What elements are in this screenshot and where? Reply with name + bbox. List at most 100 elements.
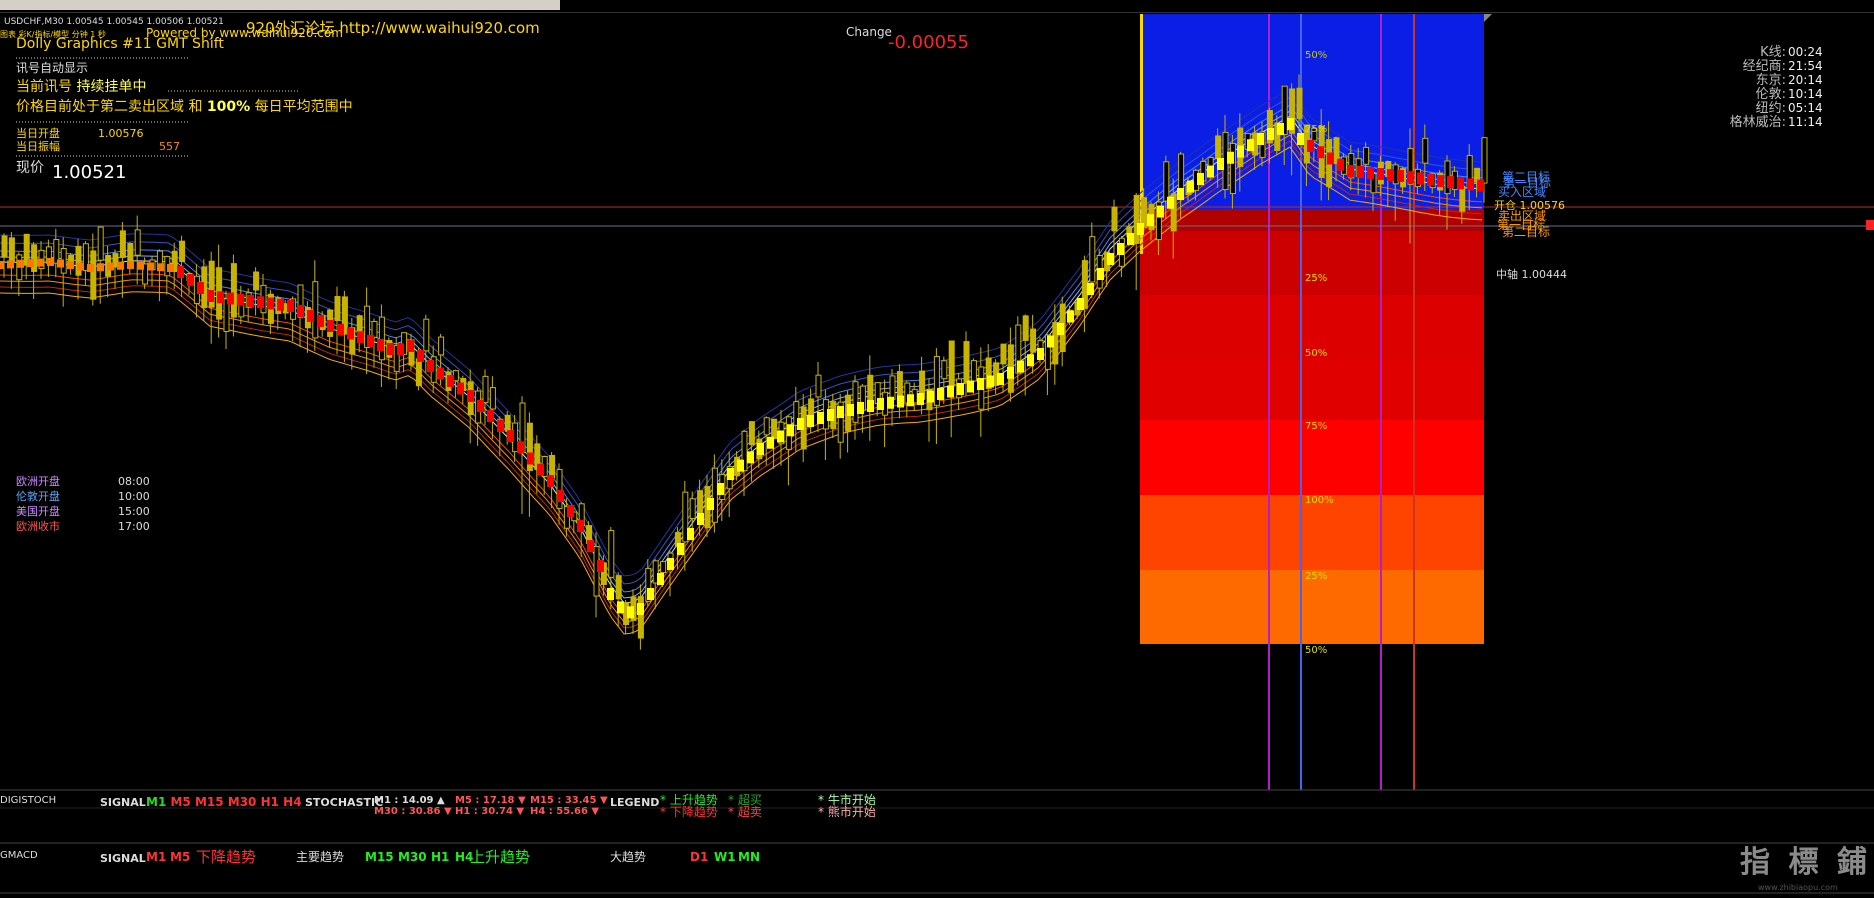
gmacd-signal-label: SIGNAL bbox=[100, 852, 146, 865]
candle-body bbox=[1296, 87, 1303, 119]
session-label: 伦敦开盘 bbox=[16, 490, 60, 503]
candle-body bbox=[356, 315, 363, 334]
toolbar-strip bbox=[0, 0, 560, 10]
trend-block bbox=[1157, 205, 1164, 218]
candle-body bbox=[608, 530, 615, 578]
candle-body bbox=[889, 375, 896, 400]
trend-block bbox=[177, 266, 184, 278]
trend-block bbox=[327, 320, 334, 332]
trend-block bbox=[1477, 179, 1484, 192]
candle-body bbox=[1459, 185, 1466, 212]
candle-body bbox=[1037, 340, 1044, 350]
change-value: -0.00055 bbox=[888, 32, 969, 53]
trend-block bbox=[957, 383, 964, 395]
candle-body bbox=[489, 387, 496, 410]
candle-body bbox=[815, 374, 822, 398]
trend-block bbox=[767, 436, 774, 449]
candle-body bbox=[312, 281, 319, 339]
price-marker bbox=[1866, 220, 1874, 230]
trend-block bbox=[1077, 298, 1084, 310]
gmacd-up-tf: M30 bbox=[398, 850, 427, 864]
trend-block bbox=[1297, 133, 1304, 145]
gmacd-down-tf: M1 bbox=[146, 850, 167, 864]
timeframe-tag: H1 bbox=[260, 795, 284, 809]
clock-label: 伦敦: bbox=[1755, 87, 1786, 102]
zone-percent: 25% bbox=[1305, 124, 1328, 135]
trend-block bbox=[907, 394, 914, 407]
legend-item: * 下降趋势 bbox=[660, 805, 718, 819]
trend-block bbox=[0, 261, 4, 269]
trend-block bbox=[167, 264, 174, 272]
clock-value: 20:14 bbox=[1788, 73, 1823, 87]
trend-block bbox=[1277, 123, 1284, 135]
trend-block bbox=[447, 375, 454, 387]
gmacd-big-tf: MN bbox=[738, 850, 760, 864]
trend-block bbox=[307, 310, 314, 322]
trend-block bbox=[747, 451, 754, 464]
trend-block bbox=[1087, 283, 1094, 295]
gmacd-up-tf: H1 bbox=[431, 850, 450, 864]
candle-body bbox=[253, 271, 260, 291]
candle-body bbox=[97, 226, 104, 261]
trend-block bbox=[567, 505, 574, 517]
candle-body bbox=[1422, 137, 1429, 164]
trend-block bbox=[1377, 168, 1384, 180]
candle-body bbox=[1229, 142, 1236, 195]
zone-percent: 75% bbox=[1305, 421, 1328, 432]
trend-block bbox=[627, 606, 634, 619]
open-value: 1.00576 bbox=[98, 127, 144, 140]
trend-block bbox=[427, 360, 434, 372]
candle-body bbox=[31, 244, 38, 272]
trend-block bbox=[1407, 171, 1414, 184]
candle-body bbox=[970, 360, 977, 382]
timeframe-tag: M30 bbox=[227, 795, 261, 809]
trend-block bbox=[847, 404, 854, 416]
trend-block bbox=[417, 350, 424, 362]
trend-block bbox=[687, 528, 694, 540]
trend-block bbox=[1307, 140, 1314, 152]
label-buy-zone: 买入区域 bbox=[1498, 185, 1547, 199]
current-signal-row: 当前讯号 持续挂单中 bbox=[16, 79, 147, 95]
trend-block bbox=[17, 259, 24, 268]
trend-block bbox=[457, 382, 464, 395]
trend-block bbox=[367, 335, 374, 347]
gmacd-main-label: 主要趋势 bbox=[296, 850, 345, 864]
trend-block bbox=[827, 409, 834, 421]
clock-value: 00:24 bbox=[1788, 45, 1823, 59]
watermark: 指 標 鋪 bbox=[1740, 845, 1871, 880]
trend-block bbox=[377, 339, 384, 351]
trend-block bbox=[137, 261, 144, 270]
watermark-url: www.zhibiaopu.com bbox=[1758, 883, 1838, 892]
trend-block bbox=[1327, 152, 1334, 165]
candle-body bbox=[127, 243, 134, 263]
trend-block bbox=[817, 412, 824, 424]
trend-block bbox=[267, 297, 274, 310]
trend-block bbox=[1167, 196, 1174, 209]
chart-area[interactable] bbox=[0, 0, 1874, 894]
trend-block bbox=[297, 305, 304, 317]
label-second-target-2: 第二目标 bbox=[1502, 225, 1551, 239]
session-label: 欧洲开盘 bbox=[16, 475, 60, 488]
range-value: 557 bbox=[159, 140, 180, 153]
trend-block bbox=[107, 262, 114, 271]
trend-block bbox=[917, 393, 924, 405]
gmacd-big-tf: D1 bbox=[690, 850, 709, 864]
timeframe-tag: M1 bbox=[146, 795, 171, 809]
candle-body bbox=[763, 417, 770, 436]
stoch-value: M15 : 33.45 ▼ bbox=[530, 795, 608, 806]
stoch-value: M30 : 30.86 ▼ bbox=[374, 806, 452, 817]
candle-body bbox=[1215, 135, 1222, 160]
trend-block bbox=[1237, 145, 1244, 158]
trend-block bbox=[507, 430, 514, 442]
price-chart[interactable] bbox=[0, 0, 1874, 894]
trend-block bbox=[657, 573, 664, 585]
candle-body bbox=[75, 245, 82, 276]
trend-block bbox=[1207, 165, 1214, 178]
trend-block bbox=[67, 261, 74, 269]
candle-body bbox=[230, 263, 237, 318]
trend-block bbox=[1227, 151, 1234, 164]
zone-percent: 50% bbox=[1305, 645, 1328, 656]
trend-block bbox=[887, 396, 894, 409]
trend-block bbox=[1117, 243, 1124, 255]
trend-block bbox=[777, 430, 784, 443]
